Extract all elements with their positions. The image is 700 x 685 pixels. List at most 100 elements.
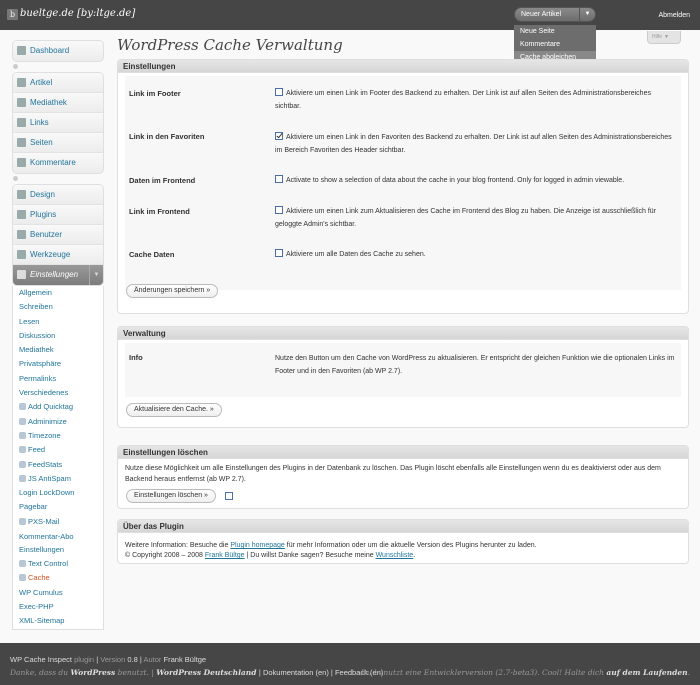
chevron-down-icon[interactable]: ▼ <box>89 265 103 285</box>
submenu-item[interactable]: Exec-PHP <box>13 600 103 614</box>
plugins-icon <box>17 210 26 219</box>
frontend-link-checkbox[interactable] <box>275 206 283 214</box>
admin-header: b bueltge.de [by:ltge.de] Neuer Artikel … <box>0 0 700 66</box>
users-icon <box>17 230 26 239</box>
submenu-item[interactable]: Diskussion <box>13 329 103 343</box>
submenu-item[interactable]: FeedStats <box>13 458 103 472</box>
cache-data-checkbox[interactable] <box>275 249 283 257</box>
submenu-item[interactable]: Privatsphäre <box>13 357 103 371</box>
menu-group-content: Artikel Mediathek Links Seiten Kommentar… <box>12 72 104 174</box>
wordpress-logo-icon: b <box>7 9 18 20</box>
menu-item-users[interactable]: Benutzer <box>13 225 103 245</box>
favorites-link-checkbox[interactable] <box>275 132 283 140</box>
antispam-icon <box>19 474 26 482</box>
submenu-item[interactable]: Mediathek <box>13 343 103 357</box>
refresh-cache-button[interactable]: Aktualisiere den Cache. » <box>126 403 222 417</box>
site-title[interactable]: bueltge.de [by:ltge.de] <box>20 8 135 19</box>
manage-heading: Verwaltung <box>118 327 688 340</box>
menu-item-appearance[interactable]: Design <box>13 185 103 205</box>
quicktag-icon <box>19 403 26 411</box>
submenu-item[interactable]: Timezone <box>13 429 103 443</box>
confirm-delete-checkbox[interactable] <box>225 492 233 500</box>
adminimize-icon <box>19 417 26 425</box>
appearance-icon <box>17 190 26 199</box>
wishlist-link[interactable]: Wunschliste <box>376 552 414 559</box>
plugin-homepage-link[interactable]: Plugin homepage <box>230 542 285 549</box>
favorite-new-post-button[interactable]: Neuer Artikel ▼ <box>514 7 596 22</box>
submenu-item-active[interactable]: Cache <box>13 571 103 585</box>
settings-icon <box>17 270 26 279</box>
footer-dev-notice: Du benutzt eine Entwicklerversion (2.7-b… <box>360 668 690 677</box>
posts-icon <box>17 78 26 87</box>
tools-icon <box>17 250 26 259</box>
logout-link[interactable]: Abmelden <box>658 12 690 19</box>
dashboard-icon <box>17 46 26 55</box>
feedstats-icon <box>19 460 26 468</box>
feed-icon <box>19 446 26 454</box>
delete-settings-postbox: Einstellungen löschen Nutze diese Möglic… <box>117 445 689 509</box>
submenu-item[interactable]: Lesen <box>13 315 103 329</box>
links-icon <box>17 118 26 127</box>
footer-plugin-info: WP Cache Inspect plugin | Version 0.8 | … <box>10 655 207 664</box>
menu-item-dashboard[interactable]: Dashboard <box>13 41 103 61</box>
footer-thanks: Danke, dass du WordPress benutzt. | Word… <box>10 668 384 677</box>
comments-icon <box>17 158 26 167</box>
save-changes-button[interactable]: Änderungen speichern » <box>126 284 219 298</box>
frontend-data-checkbox[interactable] <box>275 175 283 183</box>
menu-group-tools: Design Plugins Benutzer Werkzeuge Einste… <box>12 184 104 286</box>
favorite-actions: Neuer Artikel ▼ Neue Seite Kommentare Ca… <box>514 7 596 66</box>
text-control-icon <box>19 560 26 568</box>
submenu-item[interactable]: Feed <box>13 443 103 457</box>
help-tab[interactable]: Hilfe ▼ <box>647 31 681 44</box>
submenu-item[interactable]: Text Control <box>13 557 103 571</box>
submenu-item[interactable]: Add Quicktag <box>13 400 103 414</box>
mail-icon <box>19 517 26 525</box>
favorite-item-new-page[interactable]: Neue Seite <box>514 25 596 38</box>
chevron-down-icon[interactable]: ▼ <box>579 8 595 21</box>
pages-icon <box>17 138 26 147</box>
menu-item-posts[interactable]: Artikel <box>13 73 103 93</box>
media-icon <box>17 98 26 107</box>
menu-item-media[interactable]: Mediathek <box>13 93 103 113</box>
menu-separator[interactable] <box>12 174 104 184</box>
about-postbox: Über das Plugin Weitere Information: Bes… <box>117 519 689 564</box>
footer-link-checkbox[interactable] <box>275 88 283 96</box>
author-link[interactable]: Frank Bültge <box>205 552 245 559</box>
menu-item-settings[interactable]: Einstellungen ▼ <box>13 265 103 285</box>
trash-icon <box>19 574 26 582</box>
delete-description: Nutze diese Möglichkeit um alle Einstell… <box>125 465 661 483</box>
submenu-item[interactable]: Permalinks <box>13 372 103 386</box>
submenu-item[interactable]: XML-Sitemap <box>13 614 103 628</box>
menu-item-comments[interactable]: Kommentare <box>13 153 103 173</box>
about-line-2: © Copyright 2008 – 2008 Frank Bültge | D… <box>125 552 416 559</box>
delete-heading: Einstellungen löschen <box>118 446 688 459</box>
chevron-down-icon: ▼ <box>663 34 669 40</box>
menu-item-pages[interactable]: Seiten <box>13 133 103 153</box>
manage-postbox: Verwaltung Info Nutze den Button um den … <box>117 326 689 428</box>
submenu-item[interactable]: Adminimize <box>13 415 103 429</box>
favorite-item-comments[interactable]: Kommentare <box>514 38 596 51</box>
favorite-label: Neuer Artikel <box>521 11 562 18</box>
menu-separator[interactable] <box>12 62 104 72</box>
submenu-item[interactable]: PXS-Mail <box>13 515 103 529</box>
submenu-item[interactable]: Pagebar <box>13 500 103 514</box>
admin-menu: Dashboard Artikel Mediathek Links Seiten… <box>12 40 104 630</box>
submenu-item[interactable]: JS AntiSpam <box>13 472 103 486</box>
admin-footer: WP Cache Inspect plugin | Version 0.8 | … <box>0 643 700 685</box>
menu-group-dashboard: Dashboard <box>12 40 104 62</box>
submenu-item[interactable]: WP Cumulus <box>13 586 103 600</box>
submenu-item[interactable]: Schreiben <box>13 300 103 314</box>
settings-postbox: Einstellungen Link im Footer Aktiviere u… <box>117 59 689 314</box>
menu-item-links[interactable]: Links <box>13 113 103 133</box>
settings-submenu: Allgemein Schreiben Lesen Diskussion Med… <box>12 286 104 630</box>
submenu-item[interactable]: Login LockDown <box>13 486 103 500</box>
settings-heading: Einstellungen <box>118 60 688 73</box>
submenu-item[interactable]: Verschiedenes <box>13 386 103 400</box>
menu-item-tools[interactable]: Werkzeuge <box>13 245 103 265</box>
page-title: WordPress Cache Verwaltung <box>117 36 343 54</box>
submenu-item[interactable]: Kommentar-Abo Einstellungen <box>13 529 103 557</box>
about-heading: Über das Plugin <box>118 520 688 533</box>
submenu-item[interactable]: Allgemein <box>13 286 103 300</box>
menu-item-plugins[interactable]: Plugins <box>13 205 103 225</box>
delete-settings-button[interactable]: Einstellungen löschen » <box>126 489 216 503</box>
